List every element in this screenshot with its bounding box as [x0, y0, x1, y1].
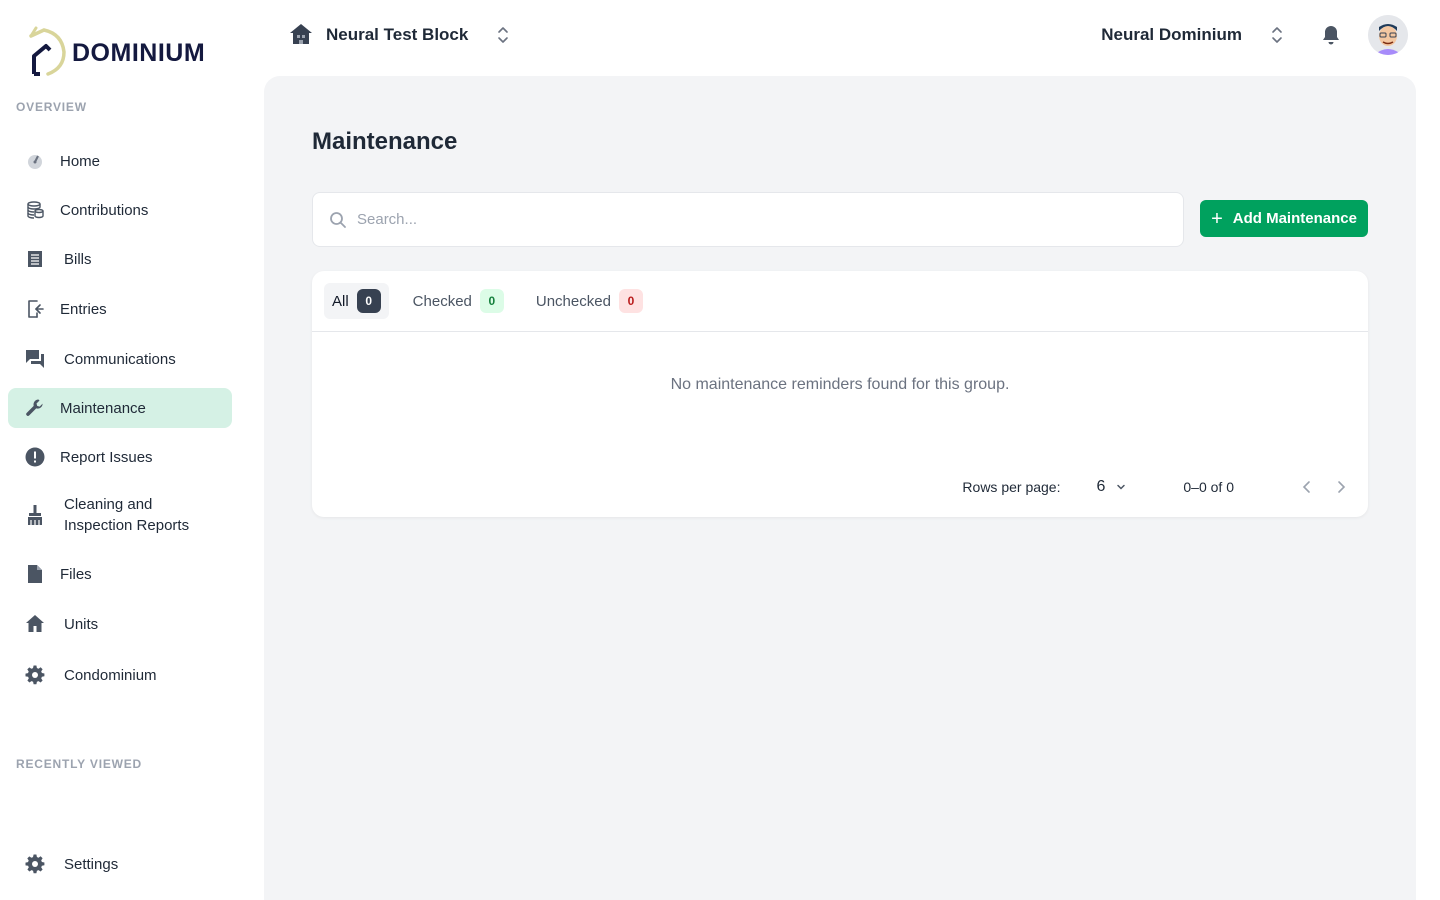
search-icon — [330, 211, 346, 228]
tab-label: Unchecked — [535, 292, 611, 310]
logo-house-icon — [29, 26, 66, 76]
sidebar-item-settings[interactable]: Settings — [8, 844, 232, 884]
sidebar-item-report-issues[interactable]: Report Issues — [8, 437, 232, 477]
broom-icon — [24, 504, 46, 526]
sidebar-item-label: Bills — [64, 250, 92, 268]
building-icon — [290, 24, 312, 44]
chat-icon — [24, 348, 46, 370]
wrench-icon — [24, 397, 46, 419]
sidebar-item-label: Units — [64, 615, 99, 633]
maintenance-card: All 0 Checked 0 Unchecked 0 No maintenan… — [312, 271, 1368, 517]
page-title: Maintenance — [312, 128, 458, 155]
rows-per-page-label: Rows per page: — [962, 479, 1061, 495]
add-maintenance-label: Add Maintenance — [1232, 210, 1357, 227]
sidebar-item-cleaning-reports[interactable]: Cleaning and Inspection Reports — [8, 489, 232, 541]
alert-icon — [24, 446, 46, 468]
sidebar-item-label: Home — [60, 152, 101, 170]
sidebar-item-label: Maintenance — [60, 399, 146, 417]
sidebar-item-contributions[interactable]: Contributions — [8, 190, 232, 230]
brand-name: Dominium — [72, 38, 206, 67]
sidebar: Dominium OVERVIEW Home Contributions Bil… — [0, 0, 240, 900]
house-icon — [24, 613, 46, 635]
sidebar-item-label: Cleaning and Inspection Reports — [64, 496, 190, 534]
sidebar-item-bills[interactable]: Bills — [8, 239, 232, 279]
block-selector[interactable]: Neural Test Block — [288, 14, 510, 56]
tab-all[interactable]: All 0 — [324, 283, 389, 319]
main-content: Maintenance + Add Maintenance All 0 Chec… — [264, 76, 1416, 900]
block-name: Neural Test Block — [326, 25, 469, 44]
empty-state-message: No maintenance reminders found for this … — [670, 376, 1010, 393]
sidebar-item-label: Entries — [60, 300, 107, 318]
recently-viewed-label: RECENTLY VIEWED — [16, 757, 143, 771]
brand-logo[interactable]: Dominium — [28, 20, 228, 78]
chevron-right-icon — [1338, 481, 1346, 493]
chevron-up-down-icon — [498, 27, 509, 43]
sidebar-item-label: Communications — [64, 350, 176, 368]
plus-icon: + — [1211, 207, 1223, 230]
user-avatar-icon — [1368, 15, 1408, 55]
sidebar-item-units[interactable]: Units — [8, 604, 232, 644]
previous-page-button[interactable] — [1298, 478, 1316, 496]
gear-icon — [24, 664, 46, 686]
file-icon — [24, 563, 46, 585]
search-field[interactable] — [312, 192, 1184, 247]
rows-per-page-select[interactable]: 6 — [1096, 478, 1105, 496]
coins-icon — [24, 199, 46, 221]
sidebar-item-label: Report Issues — [60, 448, 153, 466]
sidebar-item-communications[interactable]: Communications — [8, 339, 232, 379]
sidebar-item-label: Contributions — [60, 201, 149, 219]
add-maintenance-button[interactable]: + Add Maintenance — [1200, 200, 1368, 237]
account-name[interactable]: Neural Dominium — [1101, 25, 1242, 45]
header-right: Neural Dominium — [1101, 14, 1408, 56]
sidebar-item-label: Files — [60, 565, 92, 583]
tab-checked[interactable]: Checked 0 — [405, 283, 512, 319]
entry-icon — [24, 298, 46, 320]
pagination-range: 0–0 of 0 — [1183, 479, 1234, 495]
gauge-icon — [24, 150, 46, 172]
receipt-icon — [24, 248, 46, 270]
bell-icon[interactable] — [1320, 24, 1342, 46]
sidebar-item-label: Settings — [64, 855, 119, 873]
tab-label: Checked — [412, 292, 472, 310]
chevron-left-icon — [1302, 481, 1310, 493]
filter-tabs: All 0 Checked 0 Unchecked 0 — [312, 271, 1368, 332]
next-page-button[interactable] — [1332, 478, 1350, 496]
overview-label: OVERVIEW — [16, 100, 87, 114]
pagination: Rows per page: 6 0–0 of 0 — [962, 475, 1350, 499]
settings-gear-icon — [24, 853, 46, 875]
count-badge: 0 — [479, 289, 504, 313]
account-chevron-up-down-icon[interactable] — [1270, 26, 1284, 44]
tab-unchecked[interactable]: Unchecked 0 — [528, 283, 651, 319]
count-badge: 0 — [618, 289, 643, 313]
sidebar-item-label: Condominium — [64, 666, 157, 684]
sidebar-item-home[interactable]: Home — [8, 141, 232, 181]
search-input[interactable] — [357, 211, 1157, 228]
sidebar-item-condominium[interactable]: Condominium — [8, 655, 232, 695]
sidebar-item-entries[interactable]: Entries — [8, 289, 232, 329]
avatar[interactable] — [1368, 15, 1408, 55]
sidebar-item-files[interactable]: Files — [8, 554, 232, 594]
sidebar-item-maintenance[interactable]: Maintenance — [8, 388, 232, 428]
count-badge: 0 — [356, 289, 381, 313]
chevron-down-icon[interactable] — [1115, 481, 1127, 493]
tab-label: All — [332, 292, 349, 310]
